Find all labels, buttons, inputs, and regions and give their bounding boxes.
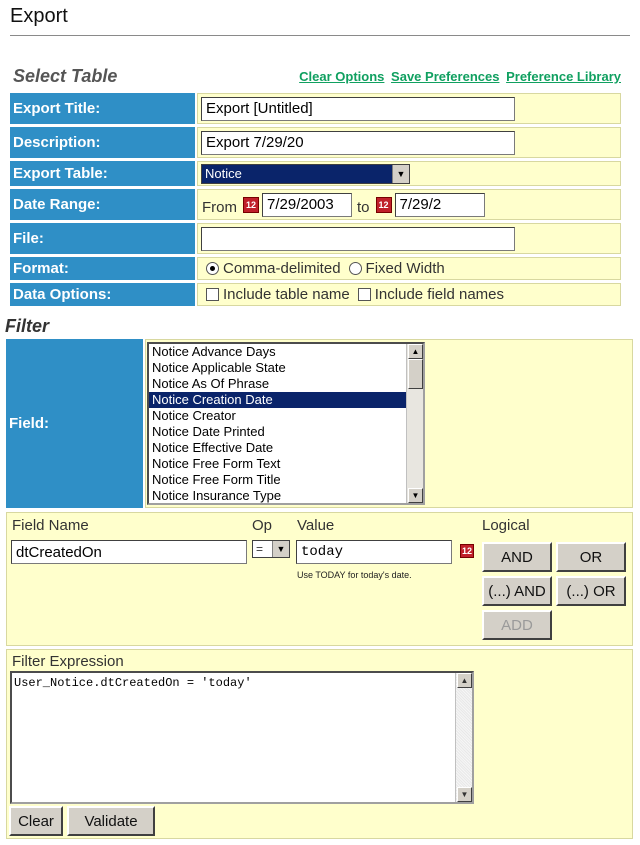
include-table-name-label: Include table name [223,286,350,303]
export-title-input[interactable] [201,96,515,121]
calendar-to-icon[interactable]: 12 [375,196,392,213]
file-cell [197,223,621,254]
value-header: Value [297,517,335,534]
format-fixed-radio[interactable] [348,262,362,275]
and-button[interactable]: AND [482,542,552,572]
chevron-down-icon[interactable]: ▼ [272,541,289,557]
date-range-label: Date Range: [10,189,195,220]
field-option[interactable]: Notice Insurance Type [149,488,407,503]
format-label: Format: [10,257,195,280]
format-fixed-label: Fixed Width [365,260,445,277]
validate-button[interactable]: Validate [67,806,155,836]
field-label: Field: [6,339,143,508]
op-header: Op [252,517,273,534]
description-label: Description: [10,127,195,158]
add-button[interactable]: ADD [482,610,552,640]
group-and-button[interactable]: (...) AND [482,576,552,606]
field-option[interactable]: Notice Applicable State [149,360,407,376]
field-listbox[interactable]: Notice Advance Days Notice Applicable Sta… [147,342,425,505]
date-range-cell: From 12 to 12 [197,189,621,220]
field-options: Notice Advance Days Notice Applicable Sta… [149,344,407,503]
value-input[interactable] [296,540,452,564]
export-table-cell: Notice ▼ [197,161,621,186]
scroll-up-icon[interactable]: ▲ [457,673,472,688]
date-from-input[interactable] [262,192,352,217]
chevron-down-icon[interactable]: ▼ [392,164,409,183]
preference-library-link[interactable]: Preference Library [506,69,621,84]
date-to-input[interactable] [394,192,485,217]
format-comma-label: Comma-delimited [223,260,341,277]
file-label: File: [10,223,195,254]
calendar-value-icon[interactable]: 12 [460,544,474,558]
field-option[interactable]: Notice Creator [149,408,407,424]
clear-options-link[interactable]: Clear Options [299,69,384,84]
scroll-down-icon[interactable]: ▼ [408,488,423,503]
logical-header: Logical [482,517,530,534]
field-name-header: Field Name [12,517,89,534]
scroll-down-icon[interactable]: ▼ [457,787,472,802]
value-hint: Use TODAY for today's date. [297,570,412,580]
title-divider [10,35,630,36]
clear-button[interactable]: Clear [9,806,63,836]
export-table-select[interactable]: Notice ▼ [201,163,410,184]
format-comma-radio[interactable] [206,262,219,275]
file-input[interactable] [201,226,515,251]
filter-heading: Filter [5,316,50,336]
field-option[interactable]: Notice Creation Date [149,392,407,408]
field-option[interactable]: Notice Free Form Text [149,456,407,472]
op-selected: = [256,542,264,556]
page-title: Export [10,5,68,27]
date-from-label: From [202,199,237,216]
scroll-up-icon[interactable]: ▲ [408,344,423,359]
field-option[interactable]: Notice Effective Date [149,440,407,456]
field-name-input[interactable] [11,540,247,564]
field-option[interactable]: Notice Advance Days [149,344,407,360]
op-select[interactable]: = ▼ [252,540,290,558]
field-option[interactable]: Notice As Of Phrase [149,376,407,392]
include-table-name-checkbox[interactable] [206,288,219,301]
description-cell [197,127,621,158]
data-options-cell: Include table name Include field names [197,283,621,306]
calendar-from-icon[interactable]: 12 [243,196,259,213]
data-options-label: Data Options: [10,283,195,306]
select-table-heading: Select Table [13,66,118,86]
filter-expression-text: User_Notice.dtCreatedOn = 'today' [14,676,252,690]
date-to-label: to [357,199,370,216]
field-option[interactable]: Notice Date Printed [149,424,407,440]
save-preferences-link[interactable]: Save Preferences [391,69,499,84]
preference-links: Clear Options Save Preferences Preferenc… [296,69,621,84]
include-field-names-label: Include field names [374,286,505,303]
description-input[interactable] [201,130,515,155]
export-title-cell [197,93,621,124]
export-table-selected: Notice [202,164,392,183]
filter-expression-label: Filter Expression [12,653,124,670]
scroll-thumb[interactable] [408,359,423,389]
filter-expression-panel: Filter Expression User_Notice.dtCreatedO… [6,649,633,839]
export-table-label: Export Table: [10,161,195,186]
or-button[interactable]: OR [556,542,626,572]
field-option[interactable]: Notice Free Form Title [149,472,407,488]
expression-scrollbar[interactable]: ▲ ▼ [455,673,472,802]
include-field-names-checkbox[interactable] [357,288,371,301]
field-builder-panel: Field Name Op Value Logical = ▼ 12 Use T… [6,512,633,646]
export-title-label: Export Title: [10,93,195,124]
group-or-button[interactable]: (...) OR [556,576,626,606]
format-cell: Comma-delimited Fixed Width [197,257,621,280]
filter-expression-textarea[interactable]: User_Notice.dtCreatedOn = 'today' ▲ ▼ [10,671,474,804]
field-scrollbar[interactable]: ▲ ▼ [406,344,423,503]
